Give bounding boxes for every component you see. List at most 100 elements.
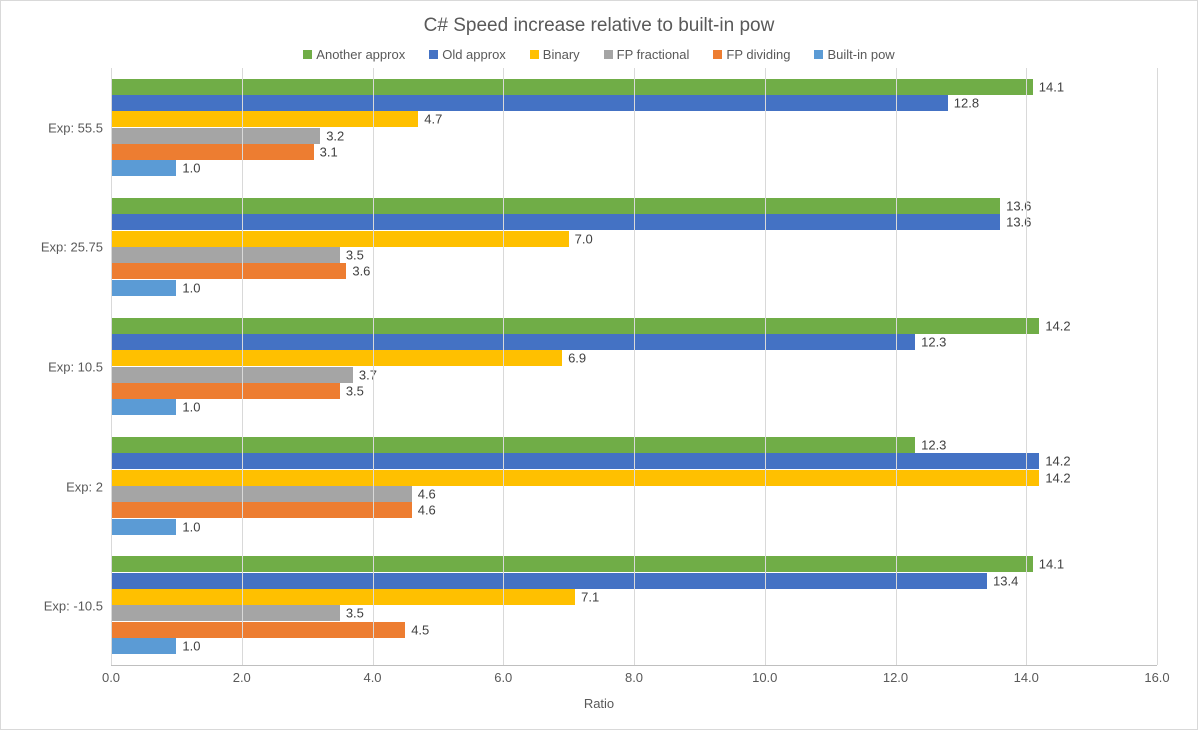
- bar: [111, 198, 1000, 214]
- legend-item: Built-in pow: [814, 47, 894, 62]
- plot-area: Exp: 55.5Exp: 25.75Exp: 10.5Exp: 2Exp: -…: [1, 68, 1157, 666]
- bar-value-label: 7.0: [575, 231, 593, 246]
- bar-value-label: 1.0: [182, 280, 200, 295]
- bar: [111, 605, 340, 621]
- legend-label: FP dividing: [726, 47, 790, 62]
- bar: [111, 350, 562, 366]
- gridline: [111, 68, 112, 665]
- legend-label: Binary: [543, 47, 580, 62]
- x-tick-label: 4.0: [363, 670, 381, 685]
- bar-value-label: 4.6: [418, 486, 436, 501]
- bar-value-label: 3.2: [326, 128, 344, 143]
- bar: [111, 437, 915, 453]
- bar: [111, 589, 575, 605]
- bar: [111, 399, 176, 415]
- bar-value-label: 3.5: [346, 248, 364, 263]
- x-tick-label: 14.0: [1014, 670, 1039, 685]
- bar: [111, 519, 176, 535]
- chart-container: C# Speed increase relative to built-in p…: [0, 0, 1198, 730]
- bar-value-label: 12.3: [921, 334, 946, 349]
- x-tick-label: 10.0: [752, 670, 777, 685]
- bar-value-label: 14.2: [1045, 318, 1070, 333]
- x-axis: 0.02.04.06.08.010.012.014.016.0: [111, 666, 1157, 696]
- y-tick-label: Exp: 2: [66, 479, 103, 494]
- bar-value-label: 4.6: [418, 503, 436, 518]
- plot: 14.112.84.73.23.11.013.613.67.03.53.61.0…: [111, 68, 1157, 666]
- y-axis-labels: Exp: 55.5Exp: 25.75Exp: 10.5Exp: 2Exp: -…: [1, 68, 111, 666]
- bar: [111, 334, 915, 350]
- bar-value-label: 1.0: [182, 400, 200, 415]
- legend-swatch: [530, 50, 539, 59]
- x-tick-label: 0.0: [102, 670, 120, 685]
- legend-item: Old approx: [429, 47, 506, 62]
- gridline: [896, 68, 897, 665]
- bar: [111, 263, 346, 279]
- gridline: [1026, 68, 1027, 665]
- legend-swatch: [604, 50, 613, 59]
- bar-value-label: 3.7: [359, 367, 377, 382]
- bar: [111, 383, 340, 399]
- bar-value-label: 7.1: [581, 589, 599, 604]
- x-tick-label: 6.0: [494, 670, 512, 685]
- y-tick-label: Exp: 55.5: [48, 120, 103, 135]
- bar: [111, 453, 1039, 469]
- x-tick-label: 12.0: [883, 670, 908, 685]
- bar-value-label: 13.6: [1006, 199, 1031, 214]
- bar-value-label: 13.4: [993, 573, 1018, 588]
- gridline: [1157, 68, 1158, 665]
- bar-value-label: 1.0: [182, 519, 200, 534]
- bar: [111, 214, 1000, 230]
- legend-label: FP fractional: [617, 47, 690, 62]
- legend: Another approx Old approx Binary FP fractio…: [1, 37, 1197, 68]
- legend-label: Another approx: [316, 47, 405, 62]
- bar: [111, 638, 176, 654]
- bar: [111, 280, 176, 296]
- bar-value-label: 4.7: [424, 112, 442, 127]
- x-tick-label: 16.0: [1144, 670, 1169, 685]
- legend-label: Old approx: [442, 47, 506, 62]
- bar-value-label: 12.8: [954, 96, 979, 111]
- bar-value-label: 13.6: [1006, 215, 1031, 230]
- bar-value-label: 3.5: [346, 383, 364, 398]
- bar-value-label: 3.1: [320, 145, 338, 160]
- y-tick-label: Exp: 10.5: [48, 360, 103, 375]
- legend-item: FP dividing: [713, 47, 790, 62]
- legend-swatch: [713, 50, 722, 59]
- bar-value-label: 12.3: [921, 437, 946, 452]
- bar-value-label: 4.5: [411, 622, 429, 637]
- x-tick-label: 2.0: [233, 670, 251, 685]
- bar-value-label: 1.0: [182, 638, 200, 653]
- bar: [111, 95, 948, 111]
- bar-value-label: 14.2: [1045, 454, 1070, 469]
- bar: [111, 144, 314, 160]
- x-tick-label: 8.0: [625, 670, 643, 685]
- bar-value-label: 14.2: [1045, 470, 1070, 485]
- gridline: [242, 68, 243, 665]
- bar: [111, 79, 1033, 95]
- bar-value-label: 6.9: [568, 351, 586, 366]
- chart-title: C# Speed increase relative to built-in p…: [1, 1, 1197, 37]
- legend-item: Binary: [530, 47, 580, 62]
- bar: [111, 318, 1039, 334]
- gridline: [503, 68, 504, 665]
- legend-swatch: [814, 50, 823, 59]
- bar-value-label: 14.1: [1039, 79, 1064, 94]
- legend-swatch: [429, 50, 438, 59]
- legend-item: Another approx: [303, 47, 405, 62]
- bar: [111, 160, 176, 176]
- x-axis-title: Ratio: [1, 696, 1197, 729]
- bar: [111, 247, 340, 263]
- y-tick-label: Exp: -10.5: [44, 599, 103, 614]
- bar: [111, 367, 353, 383]
- bar: [111, 231, 569, 247]
- gridline: [765, 68, 766, 665]
- bar-value-label: 3.6: [352, 264, 370, 279]
- bar: [111, 502, 412, 518]
- bar-value-label: 1.0: [182, 161, 200, 176]
- bar: [111, 486, 412, 502]
- bar: [111, 556, 1033, 572]
- legend-swatch: [303, 50, 312, 59]
- bar-value-label: 14.1: [1039, 557, 1064, 572]
- bar: [111, 128, 320, 144]
- bar: [111, 470, 1039, 486]
